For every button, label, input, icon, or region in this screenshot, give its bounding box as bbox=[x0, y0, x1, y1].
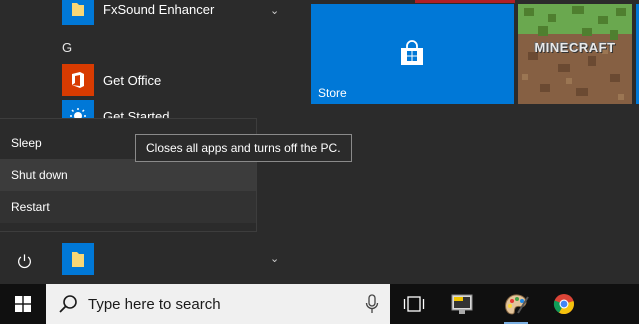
app-item-folder[interactable] bbox=[62, 242, 103, 276]
tile-partial[interactable] bbox=[415, 0, 515, 3]
app-item-get-office[interactable]: Get Office bbox=[62, 63, 161, 97]
chevron-down-icon[interactable]: ⌄ bbox=[270, 252, 279, 265]
chevron-down-icon[interactable]: ⌄ bbox=[270, 4, 279, 17]
shutdown-menu-item[interactable]: Shut down bbox=[0, 159, 256, 191]
power-icon bbox=[17, 253, 31, 268]
section-letter-g[interactable]: G bbox=[62, 40, 72, 55]
monitor-app-icon bbox=[451, 294, 473, 314]
shutdown-tooltip: Closes all apps and turns off the PC. bbox=[135, 134, 352, 162]
search-box[interactable]: Type here to search bbox=[46, 284, 390, 324]
taskbar-app-monitor[interactable] bbox=[448, 284, 478, 324]
start-button[interactable] bbox=[0, 284, 46, 324]
task-view-icon bbox=[403, 296, 425, 312]
power-button[interactable] bbox=[0, 240, 48, 282]
restart-menu-item[interactable]: Restart bbox=[0, 191, 256, 223]
taskbar-app-chrome[interactable] bbox=[544, 284, 584, 324]
folder-icon bbox=[62, 243, 94, 275]
tile-store-label: Store bbox=[318, 86, 347, 100]
task-view-button[interactable] bbox=[396, 284, 432, 324]
paint-icon bbox=[505, 294, 529, 315]
chrome-icon bbox=[553, 294, 574, 315]
tile-minecraft-label: MINECRAFT bbox=[534, 40, 616, 55]
app-item-fxsound[interactable]: FxSound Enhancer bbox=[62, 0, 214, 26]
store-bag-icon bbox=[401, 40, 423, 65]
microphone-icon[interactable] bbox=[364, 294, 380, 314]
windows-logo-icon bbox=[15, 296, 31, 312]
folder-icon bbox=[62, 0, 94, 25]
taskbar-app-paint[interactable] bbox=[496, 284, 536, 324]
app-label: FxSound Enhancer bbox=[103, 1, 215, 17]
search-icon bbox=[56, 292, 80, 316]
app-label: Get Office bbox=[103, 72, 162, 88]
office-icon bbox=[62, 64, 94, 96]
search-placeholder: Type here to search bbox=[88, 295, 221, 313]
